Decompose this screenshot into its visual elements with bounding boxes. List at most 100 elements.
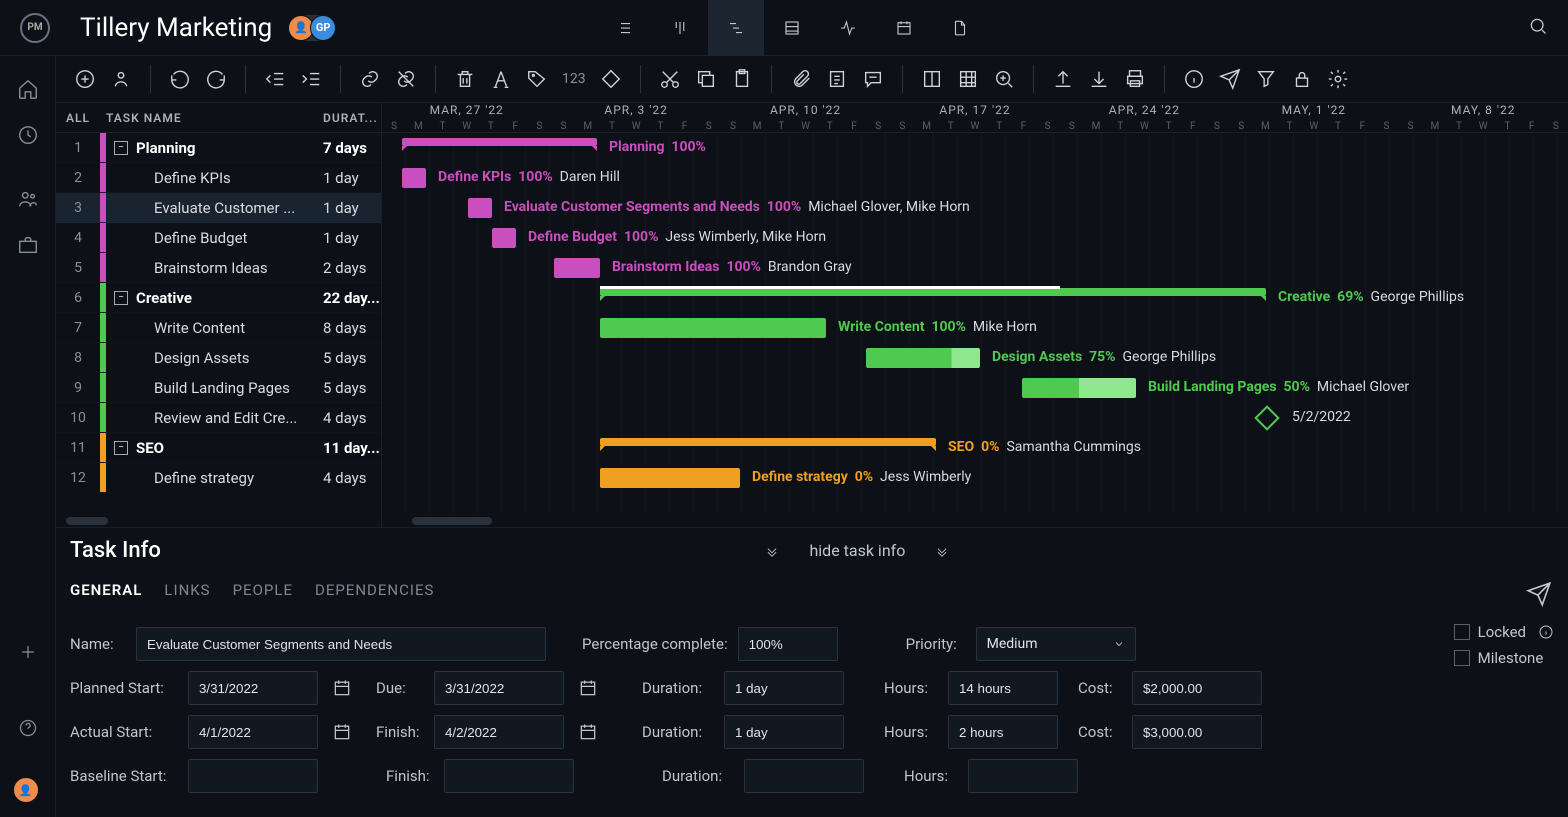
baseline-hours-input[interactable] — [968, 759, 1078, 793]
redo-icon[interactable] — [205, 68, 227, 90]
send-icon[interactable] — [1219, 68, 1241, 90]
export-icon[interactable] — [1052, 68, 1074, 90]
tag-icon[interactable] — [526, 68, 548, 90]
task-list-hscroll[interactable] — [56, 515, 381, 527]
planned-start-input[interactable] — [188, 671, 318, 705]
view-board-icon[interactable] — [652, 0, 708, 56]
task-bar[interactable] — [402, 168, 426, 188]
import-icon[interactable] — [1088, 68, 1110, 90]
user-avatar[interactable]: 👤 — [13, 777, 39, 803]
lock-icon[interactable] — [1291, 68, 1313, 90]
summary-bar[interactable] — [600, 288, 1266, 296]
table-row[interactable]: 11 − SEO 11 day... — [56, 433, 381, 463]
note-icon[interactable] — [826, 68, 848, 90]
gantt-hscroll[interactable] — [382, 515, 1568, 527]
calendar-icon[interactable] — [574, 674, 602, 702]
link-icon[interactable] — [359, 68, 381, 90]
hide-task-info[interactable]: hide task info — [765, 541, 949, 560]
summary-bar[interactable] — [600, 438, 936, 446]
outdent-icon[interactable] — [264, 68, 286, 90]
table-row[interactable]: 7 Write Content 8 days — [56, 313, 381, 343]
undo-icon[interactable] — [169, 68, 191, 90]
tab-links[interactable]: LINKS — [164, 581, 210, 609]
tab-dependencies[interactable]: DEPENDENCIES — [315, 581, 434, 609]
calendar-icon[interactable] — [574, 718, 602, 746]
table-row[interactable]: 12 Define strategy 4 days — [56, 463, 381, 493]
collapse-icon[interactable]: − — [114, 291, 128, 305]
cost-input[interactable] — [1132, 715, 1262, 749]
due-input[interactable] — [434, 671, 564, 705]
table-row[interactable]: 8 Design Assets 5 days — [56, 343, 381, 373]
trash-icon[interactable] — [454, 68, 476, 90]
priority-select[interactable]: Medium — [976, 627, 1136, 661]
avatar[interactable]: GP — [310, 15, 336, 41]
summary-bar[interactable] — [402, 138, 597, 146]
locked-checkbox[interactable]: Locked — [1454, 623, 1554, 641]
tab-people[interactable]: PEOPLE — [233, 581, 293, 609]
col-name[interactable]: TASK NAME — [100, 103, 323, 132]
avatar-group[interactable]: 👤 GP — [292, 15, 336, 41]
name-input[interactable] — [136, 627, 546, 661]
gantt-chart[interactable]: MAR, 27 '22APR, 3 '22APR, 10 '22APR, 17 … — [382, 103, 1568, 527]
add-icon[interactable] — [17, 641, 39, 663]
table-row[interactable]: 2 Define KPIs 1 day — [56, 163, 381, 193]
gear-icon[interactable] — [1327, 68, 1349, 90]
duration-input[interactable] — [724, 671, 844, 705]
task-bar[interactable] — [600, 468, 740, 488]
person-icon[interactable] — [110, 68, 132, 90]
milestone-checkbox[interactable]: Milestone — [1454, 649, 1554, 667]
briefcase-icon[interactable] — [17, 234, 39, 256]
pct-input[interactable] — [738, 627, 838, 661]
add-circle-icon[interactable] — [74, 68, 96, 90]
view-activity-icon[interactable] — [820, 0, 876, 56]
view-calendar-icon[interactable] — [876, 0, 932, 56]
home-icon[interactable] — [17, 78, 39, 100]
table-row[interactable]: 1 − Planning 7 days — [56, 133, 381, 163]
table-row[interactable]: 6 − Creative 22 day... — [56, 283, 381, 313]
zoom-icon[interactable] — [993, 68, 1015, 90]
team-icon[interactable] — [17, 188, 39, 210]
baseline-finish-input[interactable] — [444, 759, 574, 793]
info-icon[interactable] — [1183, 68, 1205, 90]
duration-input[interactable] — [724, 715, 844, 749]
columns-icon[interactable] — [921, 68, 943, 90]
attach-icon[interactable] — [790, 68, 812, 90]
text-icon[interactable] — [490, 68, 512, 90]
col-all[interactable]: ALL — [56, 103, 100, 132]
help-icon[interactable] — [17, 717, 39, 739]
clock-icon[interactable] — [17, 124, 39, 146]
milestone-icon[interactable] — [1254, 405, 1279, 430]
indent-icon[interactable] — [300, 68, 322, 90]
paste-icon[interactable] — [731, 68, 753, 90]
view-list-icon[interactable] — [596, 0, 652, 56]
tab-general[interactable]: GENERAL — [70, 581, 142, 609]
finish-input[interactable] — [434, 715, 564, 749]
col-dur[interactable]: DURAT... — [323, 103, 381, 132]
table-row[interactable]: 5 Brainstorm Ideas 2 days — [56, 253, 381, 283]
task-bar[interactable] — [554, 258, 600, 278]
view-sheet-icon[interactable] — [764, 0, 820, 56]
task-bar[interactable] — [866, 348, 980, 368]
task-bar[interactable] — [468, 198, 492, 218]
view-gantt-icon[interactable] — [708, 0, 764, 56]
baseline-start-input[interactable] — [188, 759, 318, 793]
hours-input[interactable] — [948, 671, 1058, 705]
diamond-icon[interactable] — [600, 68, 622, 90]
table-row[interactable]: 3 Evaluate Customer ... 1 day — [56, 193, 381, 223]
task-bar[interactable] — [1022, 378, 1136, 398]
grid-icon[interactable] — [957, 68, 979, 90]
view-file-icon[interactable] — [932, 0, 988, 56]
task-bar[interactable] — [492, 228, 516, 248]
filter-icon[interactable] — [1255, 68, 1277, 90]
cut-icon[interactable] — [659, 68, 681, 90]
hours-input[interactable] — [948, 715, 1058, 749]
calendar-icon[interactable] — [328, 674, 356, 702]
calendar-icon[interactable] — [328, 718, 356, 746]
collapse-icon[interactable]: − — [114, 441, 128, 455]
collapse-icon[interactable]: − — [114, 141, 128, 155]
search-icon[interactable] — [1528, 16, 1548, 40]
print-icon[interactable] — [1124, 68, 1146, 90]
send-button[interactable] — [1526, 581, 1554, 609]
actual-start-input[interactable] — [188, 715, 318, 749]
copy-icon[interactable] — [695, 68, 717, 90]
